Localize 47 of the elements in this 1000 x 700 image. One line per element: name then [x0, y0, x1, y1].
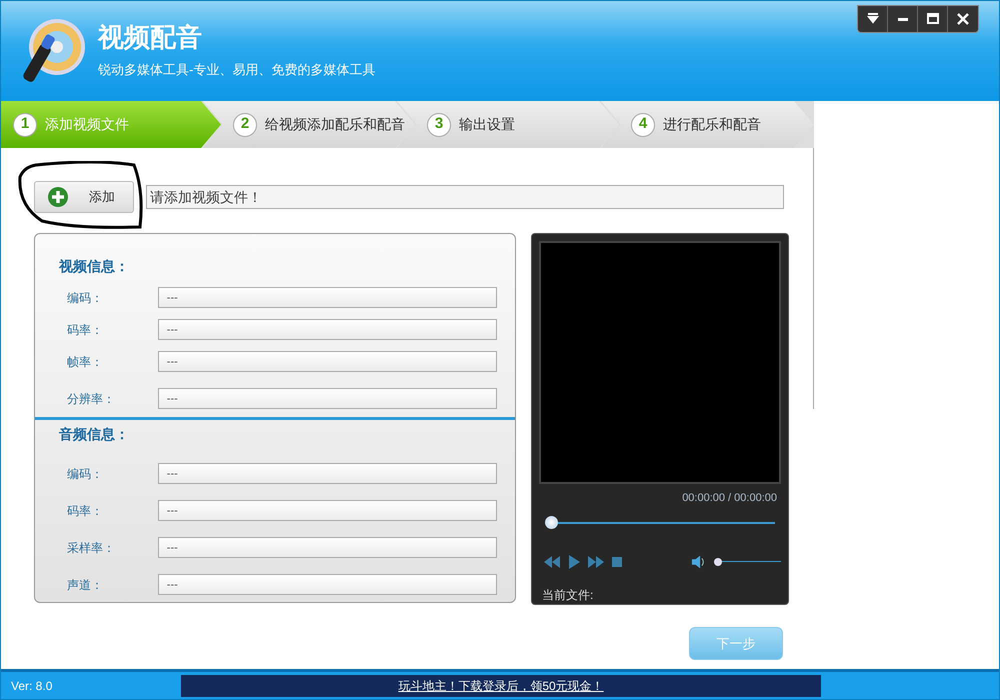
step-label: 进行配乐和配音	[663, 115, 761, 134]
step-number: 2	[233, 112, 257, 136]
file-path-field[interactable]: 请添加视频文件！	[146, 185, 784, 209]
field-label: 声道：	[66, 576, 104, 594]
app-subtitle: 锐动多媒体工具-专业、易用、免费的多媒体工具	[98, 60, 376, 79]
field-label: 编码：	[66, 466, 104, 482]
version-label: Ver: 8.0	[10, 678, 54, 694]
rewind-button[interactable]	[543, 555, 561, 569]
section-title: 音频信息：	[59, 425, 130, 444]
app-title: 视频配音	[98, 22, 203, 52]
add-button[interactable]: 添加	[34, 181, 134, 213]
close-icon	[955, 11, 971, 27]
info-field[interactable]: ---	[158, 574, 497, 595]
step-number: 3	[427, 112, 451, 136]
info-field[interactable]: ---	[158, 351, 497, 372]
field-label: 分辨率：	[66, 390, 116, 408]
field-label: 采样率：	[66, 540, 116, 556]
minimize-icon	[898, 18, 908, 20]
section-title: 视频信息：	[59, 257, 130, 276]
info-field[interactable]: ---	[158, 388, 497, 409]
stop-button[interactable]	[611, 556, 623, 568]
step-number: 1	[13, 112, 37, 136]
info-field[interactable]: ---	[158, 319, 497, 340]
play-button[interactable]	[567, 554, 581, 570]
info-field[interactable]: ---	[158, 463, 497, 484]
field-label: 编码：	[66, 290, 104, 306]
field-label: 码率：	[66, 322, 104, 338]
step-tab[interactable]: 4 进行配乐和配音	[601, 101, 814, 148]
time-display: 00:00:00 / 00:00:00	[681, 490, 777, 506]
field-label: 码率：	[66, 502, 104, 520]
step-label: 添加视频文件	[45, 115, 129, 134]
step-tab[interactable]: 1 添加视频文件	[1, 101, 221, 148]
speaker-icon[interactable]	[691, 555, 706, 569]
field-label: 帧率：	[66, 354, 104, 370]
step-label: 输出设置	[459, 115, 515, 134]
current-file-label: 当前文件:	[541, 587, 594, 604]
ad-link[interactable]: 玩斗地主！下载登录后，领50元现金！	[398, 676, 604, 694]
step-tab[interactable]: 2 给视频添加配乐和配音	[203, 101, 415, 148]
info-field[interactable]: ---	[158, 537, 497, 558]
step-number: 4	[631, 112, 655, 136]
fast-forward-button[interactable]	[587, 555, 605, 569]
plus-icon	[47, 186, 69, 208]
progress-thumb[interactable]	[545, 516, 558, 530]
maximize-icon	[924, 11, 940, 27]
info-field[interactable]: ---	[158, 287, 497, 308]
volume-thumb[interactable]	[714, 558, 722, 566]
info-field[interactable]: ---	[158, 500, 497, 521]
